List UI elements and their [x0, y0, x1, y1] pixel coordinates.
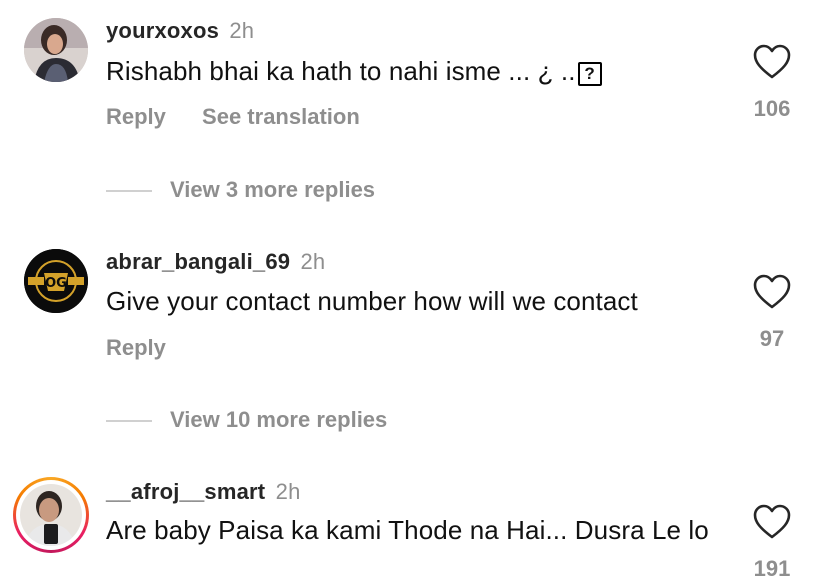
comment-username-row: abrar_bangali_69 2h	[106, 249, 325, 275]
unknown-glyph-icon: ?	[577, 62, 602, 86]
comment-text: Are baby Paisa ka kami Thode na Hai... D…	[106, 515, 709, 545]
divider-line	[106, 420, 152, 423]
view-more-replies-button[interactable]: View 3 more replies	[106, 177, 375, 203]
story-ring[interactable]	[13, 477, 89, 553]
comment-username-row: __afroj__smart 2h	[106, 479, 301, 505]
profile-photo-icon	[20, 484, 82, 546]
og-badge-icon: OG	[24, 249, 88, 313]
heart-icon[interactable]	[752, 44, 792, 80]
comment-text: Rishabh bhai ka hath to nahi isme ... ¿ …	[106, 55, 726, 88]
view-more-label: View 10 more replies	[170, 407, 388, 432]
comment-time: 2h	[300, 249, 326, 274]
reply-button[interactable]: Reply	[106, 104, 166, 129]
comment-username-row: yourxoxos 2h	[106, 18, 254, 44]
comment-username[interactable]: abrar_bangali_69	[106, 249, 290, 274]
comment-time: 2h	[229, 18, 255, 43]
heart-icon[interactable]	[752, 274, 792, 310]
see-translation-button[interactable]: See translation	[202, 104, 360, 129]
comment-time: 2h	[275, 479, 301, 504]
avatar[interactable]: OG	[24, 249, 88, 313]
svg-text:OG: OG	[45, 276, 67, 291]
comment-text-content: Rishabh bhai ka hath to nahi isme ... ¿ …	[106, 56, 576, 86]
view-more-replies-button[interactable]: View 10 more replies	[106, 407, 387, 433]
like-count: 97	[759, 326, 785, 351]
story-ring-inner	[16, 480, 86, 550]
view-more-label: View 3 more replies	[170, 177, 376, 202]
comment-text: Give your contact number how will we con…	[106, 286, 638, 316]
profile-photo-icon	[24, 18, 88, 82]
reply-button[interactable]: Reply	[106, 335, 166, 360]
like-count: 191	[753, 556, 791, 579]
like-count: 106	[753, 96, 791, 121]
comment-username[interactable]: __afroj__smart	[106, 479, 265, 504]
comment-actions: Reply See translation	[106, 104, 390, 130]
comment-actions: Reply	[106, 335, 196, 361]
heart-icon[interactable]	[752, 504, 792, 540]
comment-username[interactable]: yourxoxos	[106, 18, 219, 43]
divider-line	[106, 190, 152, 193]
avatar[interactable]	[24, 18, 88, 82]
